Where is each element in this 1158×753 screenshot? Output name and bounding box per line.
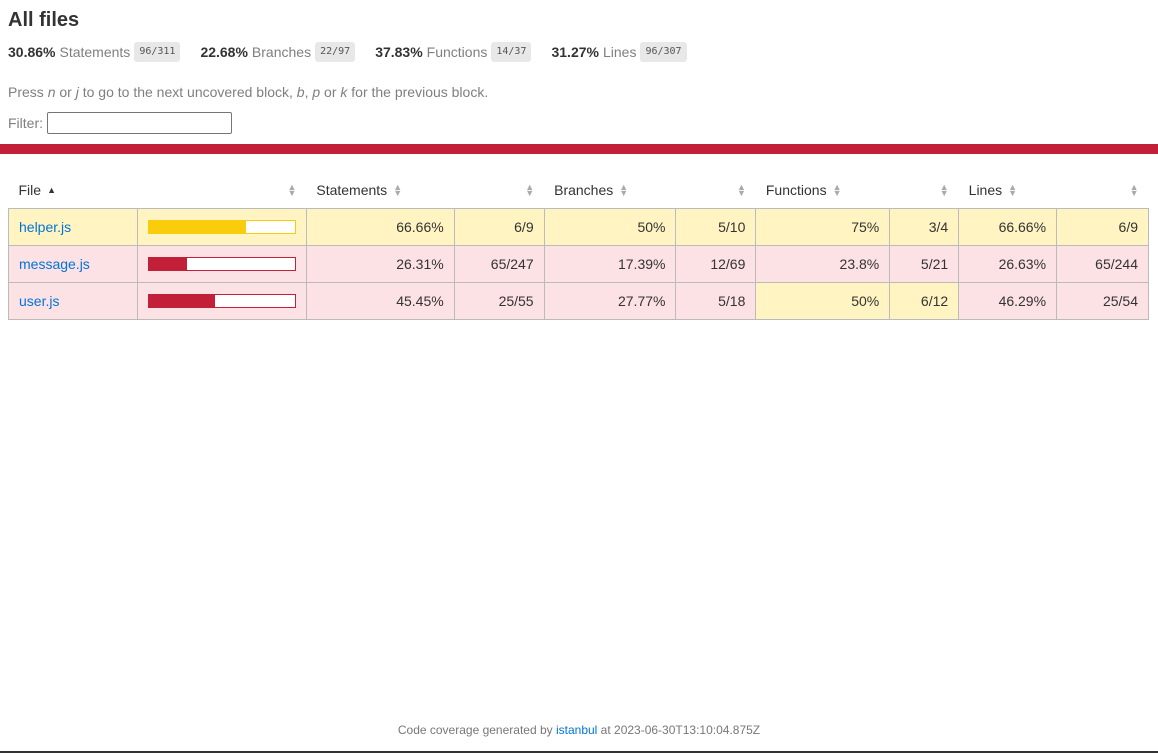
summary-pct: 30.86%: [8, 44, 56, 60]
footer: Code coverage generated by istanbul at 2…: [397, 723, 761, 737]
sort-icon: ▲ ▼: [525, 181, 535, 198]
coverage-bar: [147, 256, 296, 271]
header-functions[interactable]: Functions ▲ ▼: [756, 172, 890, 208]
branches-fraction: 12/69: [675, 244, 757, 283]
branches-pct: 50%: [543, 207, 677, 246]
header-file-bar[interactable]: ▲ ▼: [137, 172, 306, 208]
header-statements-raw[interactable]: ▲ ▼: [454, 172, 544, 208]
lines-fraction: 6/9: [1056, 207, 1149, 246]
table-row: helper.js 66.66% 6/9 50% 5/10 75% 3/4 66…: [8, 207, 1149, 246]
header-lines-raw[interactable]: ▲ ▼: [1057, 172, 1149, 208]
summary-fraction: 96/307: [640, 42, 687, 62]
lines-fraction: 25/54: [1056, 281, 1149, 320]
lines-pct: 66.66%: [958, 207, 1058, 246]
summary-fraction: 22/97: [315, 42, 356, 62]
filter-row: Filter:: [8, 112, 1150, 134]
branches-fraction: 5/18: [675, 281, 757, 320]
coverage-status-bar: [0, 144, 1158, 154]
keyboard-help: Press n or j to go to the next uncovered…: [8, 84, 489, 100]
caret-up-icon: ▲: [47, 184, 56, 195]
summary-statements: 30.86% Statements 96/311: [8, 42, 181, 62]
header-section: All files 30.86% Statements 96/311 22.68…: [0, 0, 1158, 134]
header-branches[interactable]: Branches ▲ ▼: [544, 172, 676, 208]
sort-icon: ▲ ▼: [736, 181, 746, 198]
summary-branches: 22.68% Branches 22/97: [200, 42, 356, 62]
header-branches-raw[interactable]: ▲ ▼: [676, 172, 756, 208]
branches-pct: 17.39%: [543, 244, 677, 283]
sort-icon: ▲ ▼: [1008, 181, 1018, 198]
branches-pct: 27.77%: [543, 281, 677, 320]
page-title: All files: [8, 9, 80, 31]
summary-label: Branches: [251, 44, 312, 60]
lines-fraction: 65/244: [1056, 244, 1149, 283]
istanbul-link[interactable]: istanbul: [556, 723, 597, 737]
functions-pct: 23.8%: [755, 244, 891, 283]
summary-fraction: 14/37: [491, 42, 532, 62]
summary-functions: 37.83% Functions 14/37: [375, 42, 532, 62]
summary-label: Statements: [59, 44, 131, 60]
table-header-row: File ▲ ▲ ▼ Statements ▲ ▼ ▲ ▼ Branches ▲ ▼ ▲ ▼: [9, 172, 1149, 208]
sort-icon: ▲ ▼: [832, 181, 842, 198]
file-cell: user.js: [8, 281, 138, 320]
sort-icon: ▲ ▼: [393, 181, 403, 198]
header-file[interactable]: File ▲: [9, 172, 138, 208]
functions-pct: 75%: [755, 207, 891, 246]
coverage-table: File ▲ ▲ ▼ Statements ▲ ▼ ▲ ▼ Branches ▲ ▼ ▲ ▼: [8, 172, 1149, 320]
coverage-bar-fill: [148, 220, 247, 233]
statements-pct: 66.66%: [305, 207, 455, 246]
table-row: message.js 26.31% 65/247 17.39% 12/69 23…: [8, 244, 1149, 283]
statements-pct: 45.45%: [305, 281, 455, 320]
coverage-bar-cell: [136, 244, 307, 283]
coverage-bar: [147, 293, 296, 308]
summary-pct: 37.83%: [375, 44, 423, 60]
header-lines[interactable]: Lines ▲ ▼: [959, 172, 1057, 208]
summary-label: Lines: [602, 44, 637, 60]
header-functions-raw[interactable]: ▲ ▼: [890, 172, 959, 208]
statements-pct: 26.31%: [305, 244, 455, 283]
statements-fraction: 6/9: [453, 207, 545, 246]
lines-pct: 46.29%: [958, 281, 1058, 320]
sort-icon: ▲ ▼: [939, 181, 949, 198]
branches-fraction: 5/10: [675, 207, 757, 246]
file-link[interactable]: message.js: [19, 256, 90, 272]
header-statements[interactable]: Statements ▲ ▼: [306, 172, 454, 208]
summary-pct: 31.27%: [551, 44, 599, 60]
statements-fraction: 25/55: [453, 281, 545, 320]
functions-fraction: 6/12: [889, 281, 960, 320]
functions-pct: 50%: [755, 281, 891, 320]
summary-lines: 31.27% Lines 96/307: [551, 42, 687, 62]
coverage-bar: [147, 219, 296, 234]
table-section: File ▲ ▲ ▼ Statements ▲ ▼ ▲ ▼ Branches ▲ ▼ ▲ ▼: [0, 154, 1158, 320]
functions-fraction: 5/21: [889, 244, 960, 283]
functions-fraction: 3/4: [889, 207, 960, 246]
file-link[interactable]: helper.js: [19, 219, 71, 235]
statements-fraction: 65/247: [453, 244, 545, 283]
summary-pct: 22.68%: [200, 44, 248, 60]
file-cell: helper.js: [8, 207, 138, 246]
sort-icon: ▲ ▼: [619, 181, 629, 198]
summary-label: Functions: [426, 44, 488, 60]
filter-label: Filter:: [8, 115, 43, 131]
file-cell: message.js: [8, 244, 138, 283]
file-link[interactable]: user.js: [19, 293, 59, 309]
sort-icon: ▲ ▼: [1129, 181, 1139, 198]
coverage-bar-cell: [136, 281, 307, 320]
table-row: user.js 45.45% 25/55 27.77% 5/18 50% 6/1…: [8, 281, 1149, 320]
coverage-bar-fill: [148, 294, 216, 307]
coverage-bar-fill: [148, 257, 188, 270]
coverage-bar-cell: [136, 207, 307, 246]
summary-fraction: 96/311: [134, 42, 181, 62]
sort-icon: ▲ ▼: [287, 181, 297, 198]
coverage-summary: 30.86% Statements 96/311 22.68% Branches…: [8, 42, 1150, 62]
lines-pct: 26.63%: [958, 244, 1058, 283]
filter-input[interactable]: [47, 112, 232, 134]
